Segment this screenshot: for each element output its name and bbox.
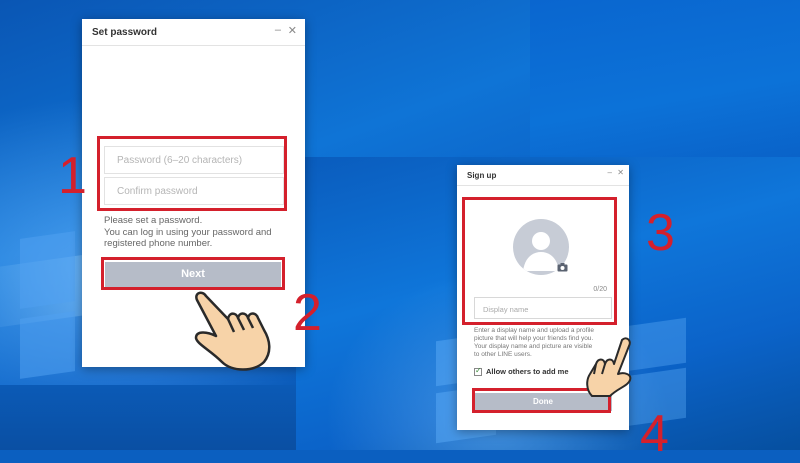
step-number: 3 (646, 204, 675, 262)
camera-icon[interactable] (557, 263, 568, 272)
step-number: 4 (640, 405, 669, 463)
dialog-title: Set password (92, 26, 158, 38)
password-help-text: Please set a password. You can log in us… (104, 215, 294, 250)
close-icon[interactable]: ✕ (288, 24, 297, 37)
dialog-title: Sign up (467, 170, 497, 180)
next-button[interactable]: Next (105, 262, 281, 287)
help-line: Please set a password. (104, 215, 203, 226)
close-icon[interactable]: ✕ (617, 168, 624, 177)
confirm-password-placeholder: Confirm password (117, 186, 198, 197)
pointing-hand-icon (586, 337, 632, 397)
display-name-placeholder: Display name (483, 305, 529, 314)
allow-others-option[interactable]: Allow others to add me (474, 366, 569, 376)
allow-others-label: Allow others to add me (486, 367, 569, 376)
display-name-input[interactable]: Display name (474, 297, 612, 319)
password-placeholder: Password (6–20 characters) (117, 155, 243, 166)
desktop-background-bottom (0, 385, 300, 450)
desktop-background-top-right (530, 0, 800, 160)
dialog-titlebar: Sign up – ✕ (457, 165, 629, 186)
minimize-icon[interactable]: – (275, 24, 281, 36)
confirm-password-field[interactable]: Confirm password (104, 177, 284, 205)
help-line: Enter a display name and upload a profil… (474, 327, 594, 334)
minimize-icon[interactable]: – (608, 168, 612, 177)
help-line: You can log in using your password and (104, 226, 272, 238)
step-number: 1 (58, 147, 87, 205)
pointing-hand-icon (194, 291, 271, 371)
checkbox-checked-icon[interactable] (474, 366, 482, 376)
character-counter: 0/20 (593, 286, 607, 293)
dialog-titlebar: Set password – ✕ (82, 19, 305, 46)
step-number: 2 (293, 284, 322, 342)
help-line: registered phone number. (104, 238, 213, 249)
password-field[interactable]: Password (6–20 characters) (104, 146, 284, 174)
